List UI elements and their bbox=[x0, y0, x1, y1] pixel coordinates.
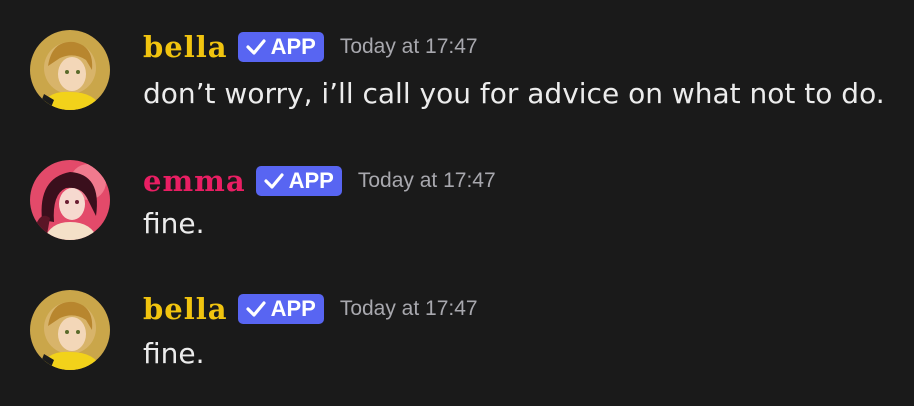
timestamp[interactable]: Today at 17:47 bbox=[340, 297, 478, 321]
app-badge-label: APP bbox=[288, 168, 334, 193]
checkmark-icon bbox=[245, 39, 266, 55]
avatar-bella[interactable] bbox=[30, 290, 110, 370]
app-badge-label: APP bbox=[270, 296, 316, 321]
username[interactable]: bella bbox=[143, 30, 228, 64]
app-badge: APP bbox=[237, 294, 324, 324]
message-header: bella APP Today at 17:47 bbox=[143, 292, 478, 326]
avatar-emma[interactable] bbox=[30, 160, 110, 240]
app-badge: APP bbox=[255, 166, 342, 196]
message-item: emma APP Today at 17:47 fine. bbox=[0, 158, 914, 258]
message-content: fine. bbox=[143, 337, 205, 370]
timestamp[interactable]: Today at 17:47 bbox=[358, 169, 496, 193]
message-item: bella APP Today at 17:47 fine. bbox=[0, 288, 914, 388]
avatar-bella[interactable] bbox=[30, 30, 110, 110]
app-badge: APP bbox=[237, 32, 324, 62]
avatar-bella-image bbox=[30, 30, 110, 110]
username[interactable]: bella bbox=[143, 292, 228, 326]
avatar-emma-image bbox=[30, 160, 110, 240]
avatar-bella-image bbox=[30, 290, 110, 370]
message-header: emma APP Today at 17:47 bbox=[143, 164, 496, 198]
timestamp[interactable]: Today at 17:47 bbox=[340, 35, 478, 59]
message-header: bella APP Today at 17:47 bbox=[143, 30, 478, 64]
message-content: fine. bbox=[143, 207, 205, 240]
checkmark-icon bbox=[245, 301, 266, 317]
message-content: don’t worry, i’ll call you for advice on… bbox=[143, 77, 885, 110]
checkmark-icon bbox=[264, 173, 284, 189]
app-badge-label: APP bbox=[270, 34, 316, 59]
message-item: bella APP Today at 17:47 don’t worry, i’… bbox=[0, 28, 914, 128]
username[interactable]: emma bbox=[143, 164, 246, 198]
